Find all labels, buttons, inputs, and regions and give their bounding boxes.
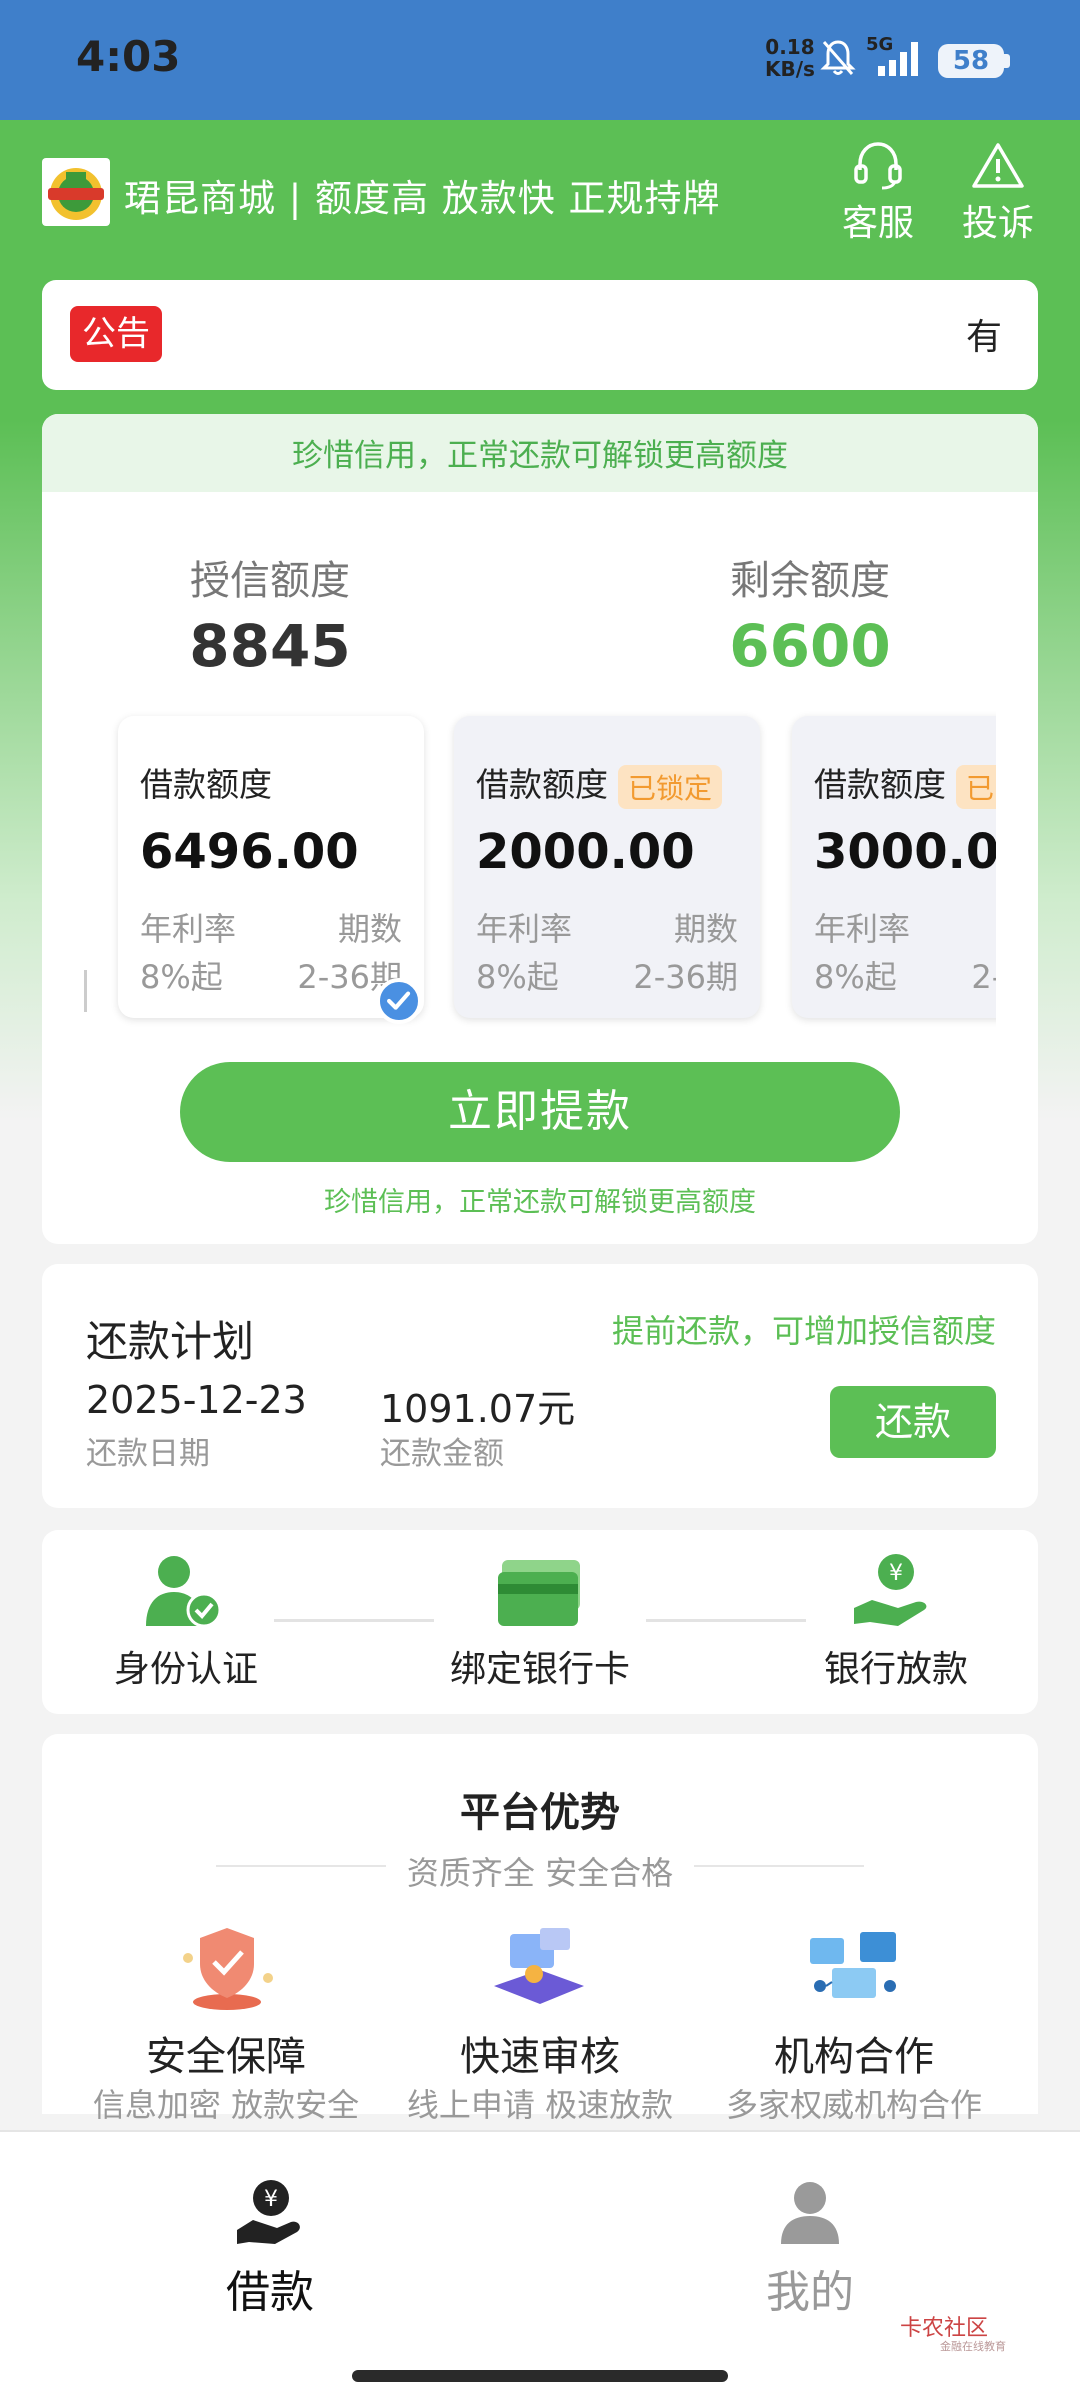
status-time: 4:03: [76, 32, 181, 81]
loan-card-amount: 3000.00: [814, 824, 996, 880]
locked-badge: 已: [956, 764, 996, 809]
id-verify-icon: [146, 1556, 222, 1628]
loan-card-term-label: 期数: [673, 910, 738, 948]
loan-card-title: 借款额度: [140, 765, 272, 804]
nav-label-mine: 我的: [766, 2267, 854, 2318]
loan-card-locked[interactable]: 借款额度 已锁定 2000.00 年利率 8%起 期数 2-36期: [454, 716, 760, 1018]
loan-card-term-value: 2-36期: [633, 958, 738, 996]
advantages-subtitle: 资质齐全 安全合格: [406, 1854, 674, 1892]
notice-text: 有: [966, 317, 1003, 358]
complaint-label: 投诉: [961, 203, 1034, 244]
app-logo: [42, 158, 110, 226]
withdraw-now-button[interactable]: 立即提款: [180, 1062, 900, 1162]
loan-card-rate-label: 年利率: [814, 910, 911, 948]
advantage-desc: 信息加密 放款安全: [92, 2086, 360, 2124]
loan-card-term-value: 2-36期: [971, 958, 996, 996]
loan-card-amount: 6496.00: [140, 824, 359, 880]
app-title: 珺昆商城 | 额度高 放款快 正规持牌: [124, 177, 721, 220]
svg-text:¥: ¥: [889, 1561, 903, 1586]
repayment-title: 还款计划: [86, 1317, 255, 1366]
notice-bar[interactable]: [42, 280, 1038, 390]
divider: [694, 1865, 864, 1867]
repayment-amount-label: 还款金额: [380, 1436, 504, 1472]
user-icon: [781, 2182, 839, 2244]
divider: [216, 1865, 386, 1867]
cooperation-icon: [810, 1932, 896, 1998]
advantage-desc: 线上申请 极速放款: [406, 2086, 674, 2124]
loan-card-carousel[interactable]: 借款额度 6496.00 年利率 8%起 期数 2-36期 借款额度 已锁定 20…: [84, 700, 996, 1040]
step-label: 银行放款: [823, 1649, 968, 1690]
repay-button[interactable]: 还款: [830, 1386, 996, 1458]
credit-tip: 珍惜信用，正常还款可解锁更高额度: [292, 438, 788, 474]
fast-review-icon: [494, 1928, 584, 2004]
complaint-button[interactable]: 投诉: [956, 140, 1040, 244]
repayment-amount: 1091.07元: [380, 1387, 576, 1431]
step-label: 身份认证: [113, 1649, 258, 1690]
granted-limit-value: 8845: [189, 612, 351, 680]
checkmark-icon: [376, 978, 422, 1024]
signal-icon: [878, 42, 918, 76]
shield-icon: [183, 1928, 273, 2010]
advantage-name: 安全保障: [146, 2034, 306, 2080]
loan-tab-icon: ¥: [237, 2180, 300, 2244]
notice-badge: 公告: [70, 306, 162, 362]
repayment-date: 2025-12-23: [86, 1378, 307, 1422]
locked-badge: 已锁定: [618, 764, 723, 809]
loan-card-title: 借款额度: [814, 765, 946, 804]
bottom-nav: [0, 2130, 1080, 2400]
watermark-subtitle: 金融在线教育: [940, 2340, 1006, 2353]
loan-card-locked[interactable]: 借款额度已 3000.00 年利率 8%起 期数 2-36期: [792, 716, 996, 1018]
customer-service-button[interactable]: 客服: [836, 140, 920, 244]
nav-tab-loan[interactable]: ¥ 借款: [190, 2176, 350, 2318]
warning-icon: [972, 143, 1024, 188]
remaining-limit-value: 6600: [729, 612, 891, 680]
network-speed-value: 0.18: [765, 35, 815, 59]
advantages-title: 平台优势: [460, 1790, 620, 1836]
customer-service-label: 客服: [841, 203, 914, 244]
loan-card-rate-label: 年利率: [140, 910, 237, 948]
bell-muted-icon: [820, 40, 856, 75]
battery-tip: [1004, 54, 1010, 68]
loan-hand-icon: ¥: [854, 1554, 927, 1626]
repayment-promo[interactable]: 提前还款，可增加授信额度: [560, 1306, 996, 1352]
step-label: 绑定银行卡: [449, 1649, 630, 1690]
svg-text:¥: ¥: [264, 2187, 278, 2212]
loan-card-rate-value: 8%起: [814, 958, 897, 996]
loan-card-selected[interactable]: 借款额度 6496.00 年利率 8%起 期数 2-36期: [118, 716, 424, 1024]
bank-card-icon: [498, 1560, 580, 1626]
nav-label-loan: 借款: [226, 2267, 314, 2318]
granted-limit-label: 授信额度: [190, 558, 350, 604]
loan-card-rate-label: 年利率: [476, 910, 573, 948]
advantage-name: 快速审核: [460, 2034, 620, 2080]
battery-icon: 58: [938, 44, 1004, 78]
network-speed: 0.18 KB/s: [765, 36, 815, 80]
repayment-date-label: 还款日期: [86, 1436, 210, 1472]
loan-card-rate-value: 8%起: [476, 958, 559, 996]
loan-card-title: 借款额度: [476, 765, 608, 804]
advantage-name: 机构合作: [774, 2034, 934, 2080]
loan-card-amount: 2000.00: [476, 824, 695, 880]
remaining-limit-label: 剩余额度: [730, 558, 890, 604]
loan-card-term-label: 期数: [337, 910, 402, 948]
advantage-desc: 多家权威机构合作: [725, 2086, 982, 2124]
network-speed-unit: KB/s: [765, 57, 815, 81]
headset-icon: [854, 142, 902, 190]
loan-card-rate-value: 8%起: [140, 958, 223, 996]
step-connector: [646, 1619, 806, 1622]
nav-tab-mine[interactable]: 我的: [730, 2176, 890, 2318]
home-indicator[interactable]: [352, 2370, 728, 2382]
withdraw-tip: 珍惜信用，正常还款可解锁更高额度: [324, 1187, 756, 1218]
step-connector: [274, 1619, 434, 1622]
